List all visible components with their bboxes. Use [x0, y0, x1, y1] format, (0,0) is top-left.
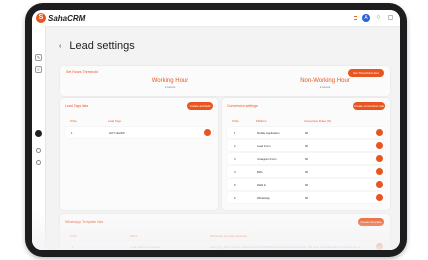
row-platform: Mobile Application [257, 131, 280, 135]
sidebar-icon-active[interactable] [35, 130, 42, 137]
sidebar-icon-settings[interactable] [36, 148, 41, 153]
table-row[interactable]: 1 HOT LEADS [65, 127, 213, 138]
working-hour-label: Working Hour [151, 78, 189, 84]
app-screen: S SahaCRM ▬ ▬ A ♢ ▢ ✎ ≡ ‹ Lead settings S [32, 10, 400, 250]
user-info: ▬ ▬ [354, 14, 357, 21]
create-conversion-button[interactable]: Create conversion rule [353, 102, 385, 110]
row-platform: Lead Form [257, 144, 271, 148]
create-edit-button[interactable]: Create and Edit [187, 102, 213, 110]
threshold-title: Set Hours Threshold [66, 70, 99, 74]
col-slno: Sl No [70, 119, 77, 123]
row-rule: 60 [305, 157, 309, 161]
col-rules: Conversion Rules (%) [304, 119, 332, 123]
logo-icon: S [36, 13, 46, 23]
row-action-button[interactable] [204, 129, 211, 136]
table-row[interactable]: 2 Lead Form 60 [227, 140, 385, 151]
back-icon[interactable]: ‹ [59, 43, 61, 50]
tablet-frame: S SahaCRM ▬ ▬ A ♢ ▢ ✎ ≡ ‹ Lead settings S [25, 3, 407, 257]
table-row[interactable]: 1 Mobile Application 60 [227, 127, 385, 138]
top-actions: ▬ ▬ A ♢ ▢ [354, 14, 394, 22]
row-action-button[interactable] [376, 129, 383, 136]
row-tag: HOT LEADS [109, 131, 125, 135]
top-bar: S SahaCRM ▬ ▬ A ♢ ▢ [32, 10, 400, 27]
avatar[interactable]: A [362, 14, 370, 22]
row-no: 2 [234, 144, 236, 148]
col-lead-tags: Lead Tags [108, 119, 121, 123]
row-action-button[interactable] [376, 168, 383, 175]
sidebar-icon-list[interactable]: ≡ [35, 66, 42, 73]
working-hour: Working Hour 1 Hours [140, 78, 200, 89]
working-hour-value: 1 Hours [164, 85, 176, 89]
app-logo[interactable]: S SahaCRM [36, 13, 85, 23]
row-platform: Walk In [257, 183, 267, 187]
nonworking-hour-value: 2 Hours [319, 85, 331, 89]
row-rule: 60 [305, 144, 309, 148]
row-rule: 60 [305, 183, 309, 187]
row-no: 1 [71, 131, 73, 135]
row-no: 5 [234, 183, 236, 187]
set-threshold-button[interactable]: Set Threshold Hour [348, 69, 384, 77]
nonworking-hour-label: Non-Working Hour [300, 78, 350, 84]
sidebar-icon-edit[interactable]: ✎ [35, 54, 42, 61]
row-platform: Instagram Form [257, 157, 277, 161]
conversion-card: Conversion settings Create conversion ru… [222, 98, 390, 210]
row-rule: 60 [305, 196, 309, 200]
row-no: 3 [234, 157, 236, 161]
row-no: 4 [234, 170, 236, 174]
row-no: 1 [234, 131, 236, 135]
row-rule: 60 [305, 170, 309, 174]
bottom-fade [32, 210, 400, 250]
logo-text: SahaCRM [48, 13, 86, 23]
row-action-button[interactable] [376, 194, 383, 201]
chat-icon[interactable]: ▢ [387, 15, 394, 22]
row-action-button[interactable] [376, 142, 383, 149]
col-platform: Platform [256, 119, 267, 123]
sidebar-icon-help[interactable] [36, 160, 41, 165]
lead-tags-title: Lead Tags lists [65, 104, 89, 108]
table-row[interactable]: 3 Instagram Form 60 [227, 153, 385, 164]
lead-tags-card: Lead Tags lists Create and Edit Sl No Le… [60, 98, 218, 210]
row-platform: WhatsApp [257, 196, 270, 200]
table-row[interactable]: 5 Walk In 60 [227, 179, 385, 190]
conversion-title: Conversion settings [227, 104, 258, 108]
col-slno: Sl No [232, 119, 239, 123]
table-row[interactable]: 6 WhatsApp 60 [227, 192, 385, 203]
page-title: Lead settings [69, 40, 135, 52]
row-action-button[interactable] [376, 181, 383, 188]
row-no: 6 [234, 196, 236, 200]
threshold-card: Set Hours Threshold Set Threshold Hour W… [60, 66, 390, 96]
nonworking-hour: Non-Working Hour 2 Hours [290, 78, 360, 89]
row-action-button[interactable] [376, 155, 383, 162]
row-rule: 60 [305, 131, 309, 135]
page-header: ‹ Lead settings [59, 40, 135, 52]
table-row[interactable]: 4 B2G 60 [227, 166, 385, 177]
bell-icon[interactable]: ♢ [375, 15, 382, 22]
row-platform: B2G [257, 170, 263, 174]
